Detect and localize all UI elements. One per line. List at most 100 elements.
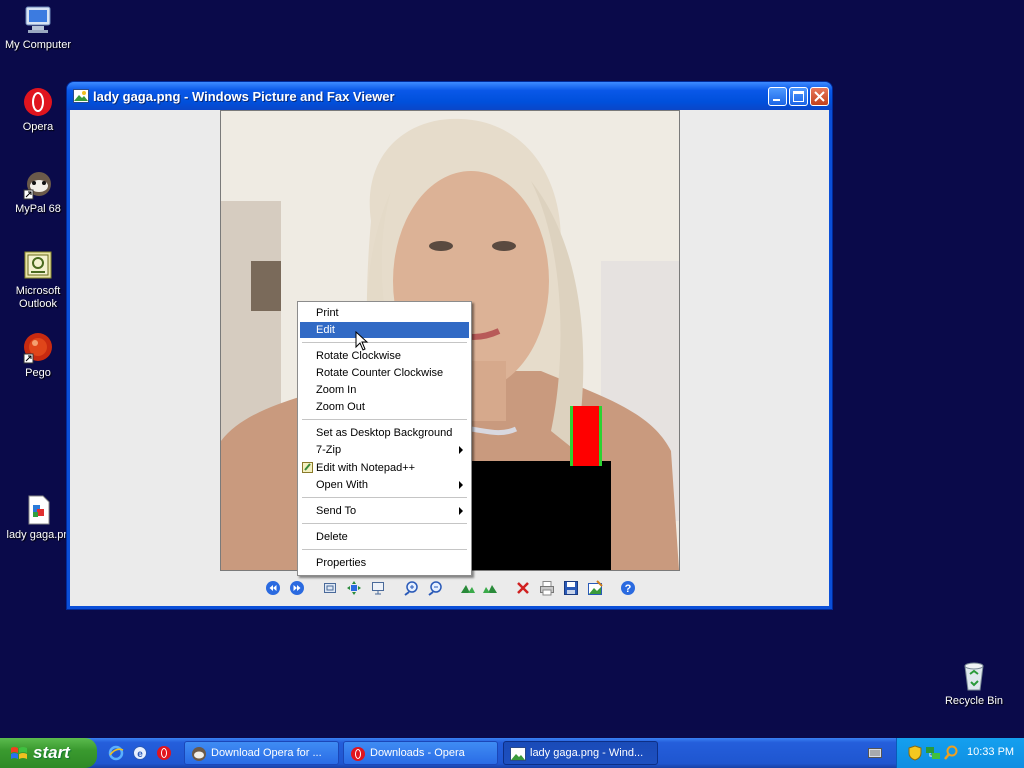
desktop-icon-my-computer[interactable]: My Computer [0,4,76,52]
desktop-icon-label: lady gaga.pn [6,529,70,541]
previous-image-icon [266,581,280,595]
menu-item-rotate-counter-clockwise[interactable]: Rotate Counter Clockwise [300,365,469,381]
desktop-icon-pego[interactable]: Pego [0,332,76,380]
menu-item-label: 7-Zip [316,444,342,456]
zoom-in-button[interactable] [403,580,419,596]
security-shield-icon[interactable] [907,745,923,761]
help-button[interactable]: ? [620,580,636,596]
desktop-icon-png-file[interactable]: lady gaga.pn [0,494,76,542]
maximize-icon [793,91,804,102]
print-icon [540,581,554,596]
menu-item-7zip[interactable]: 7-Zip [300,442,469,458]
mypal-icon [191,746,207,762]
taskbar-item-label: lady gaga.png - Wind... [530,747,644,759]
opera-icon [350,746,366,762]
slideshow-icon [372,582,384,595]
viewer-toolbar: ? [70,574,829,602]
zoom-in-icon [404,581,418,596]
quick-launch-show-desktop[interactable]: e [132,745,148,761]
pego-icon [22,332,54,364]
start-button[interactable]: start [0,738,97,768]
svg-text:e: e [137,749,143,760]
internet-explorer-icon [108,745,124,761]
open-for-editing-button[interactable] [587,580,603,596]
menu-item-edit[interactable]: Edit [300,322,469,338]
delete-icon [517,582,529,594]
rotate-counterclockwise-icon [483,585,497,593]
desktop-icon-label: My Computer [4,39,72,51]
print-button[interactable] [539,580,555,596]
opera-icon [157,746,171,760]
rotate-clockwise-button[interactable] [460,580,476,596]
menu-item-print[interactable]: Print [300,305,469,321]
menu-item-zoom-out[interactable]: Zoom Out [300,399,469,415]
mouse-cursor-icon [355,331,369,351]
desktop-icon-recycle-bin[interactable]: Recycle Bin [936,660,1012,708]
desktop-icon-label: Microsoft Outlook [15,285,61,310]
best-fit-button[interactable] [322,580,338,596]
next-image-icon [290,581,304,595]
context-menu: Print Edit Rotate Clockwise Rotate Count… [297,301,472,576]
zoom-out-icon [428,581,442,596]
taskbar-item-label: Download Opera for ... [211,747,322,759]
minimize-button[interactable] [768,87,787,106]
copy-to-button[interactable] [563,580,579,596]
taskbar-item-download-opera[interactable]: Download Opera for ... [184,741,339,765]
desktop-icon-label: Recycle Bin [944,695,1004,707]
desktop-icon-label: Opera [22,121,54,133]
svg-text:?: ? [625,583,632,595]
menu-item-label: Open With [316,479,368,491]
submenu-arrow-icon [459,446,463,454]
taskbar-clock: 10:33 PM [967,746,1015,758]
start-label: start [33,743,70,762]
rotate-counterclockwise-button[interactable] [482,580,498,596]
menu-item-set-desktop-background[interactable]: Set as Desktop Background [300,425,469,441]
quick-launch-opera[interactable] [156,745,172,761]
menu-separator [302,549,467,550]
opera-icon [22,86,54,118]
maximize-button[interactable] [789,87,808,106]
menu-separator [302,497,467,498]
menu-item-label: Edit with Notepad++ [316,462,416,474]
taskbar-item-downloads-opera[interactable]: Downloads - Opera [343,741,498,765]
show-desktop-icon: e [133,746,147,760]
outlook-icon [22,250,54,282]
taskbar: start e Download Opera for ... Downloads… [0,738,1024,768]
menu-separator [302,419,467,420]
menu-item-zoom-in[interactable]: Zoom In [300,382,469,398]
mypal-icon [22,168,54,200]
keyboard-language-icon[interactable] [868,746,882,760]
rotate-clockwise-icon [461,585,475,593]
network-icon[interactable] [925,745,941,761]
menu-item-rotate-clockwise[interactable]: Rotate Clockwise [300,348,469,364]
close-button[interactable] [810,87,829,106]
previous-image-button[interactable] [265,580,281,596]
menu-item-edit-with-notepadpp[interactable]: Edit with Notepad++ [300,460,469,476]
title-bar[interactable]: lady gaga.png - Windows Picture and Fax … [67,82,832,110]
search-icon[interactable] [943,745,959,761]
taskbar-item-lady-gaga-viewer[interactable]: lady gaga.png - Wind... [503,741,658,765]
window-title: lady gaga.png - Windows Picture and Fax … [93,89,395,104]
desktop-icon-outlook[interactable]: Microsoft Outlook [0,250,76,311]
desktop-icon-mypal[interactable]: MyPal 68 [0,168,76,216]
quick-launch-ie[interactable] [108,745,124,761]
menu-separator [302,523,467,524]
zoom-out-button[interactable] [427,580,443,596]
desktop-icon-label: MyPal 68 [15,203,61,215]
menu-item-properties[interactable]: Properties [300,555,469,571]
desktop-icon-opera[interactable]: Opera [0,86,76,134]
help-icon: ? [621,581,635,595]
submenu-arrow-icon [459,481,463,489]
menu-item-label: Send To [316,505,357,517]
menu-item-send-to[interactable]: Send To [300,503,469,519]
next-image-button[interactable] [289,580,305,596]
menu-item-open-with[interactable]: Open With [300,477,469,493]
menu-item-delete[interactable]: Delete [300,529,469,545]
slideshow-button[interactable] [370,580,386,596]
actual-size-button[interactable] [346,580,362,596]
my-computer-icon [22,4,54,36]
menu-separator [302,342,467,343]
picture-viewer-icon [510,746,526,762]
delete-button[interactable] [515,580,531,596]
notepadpp-icon [301,461,314,474]
